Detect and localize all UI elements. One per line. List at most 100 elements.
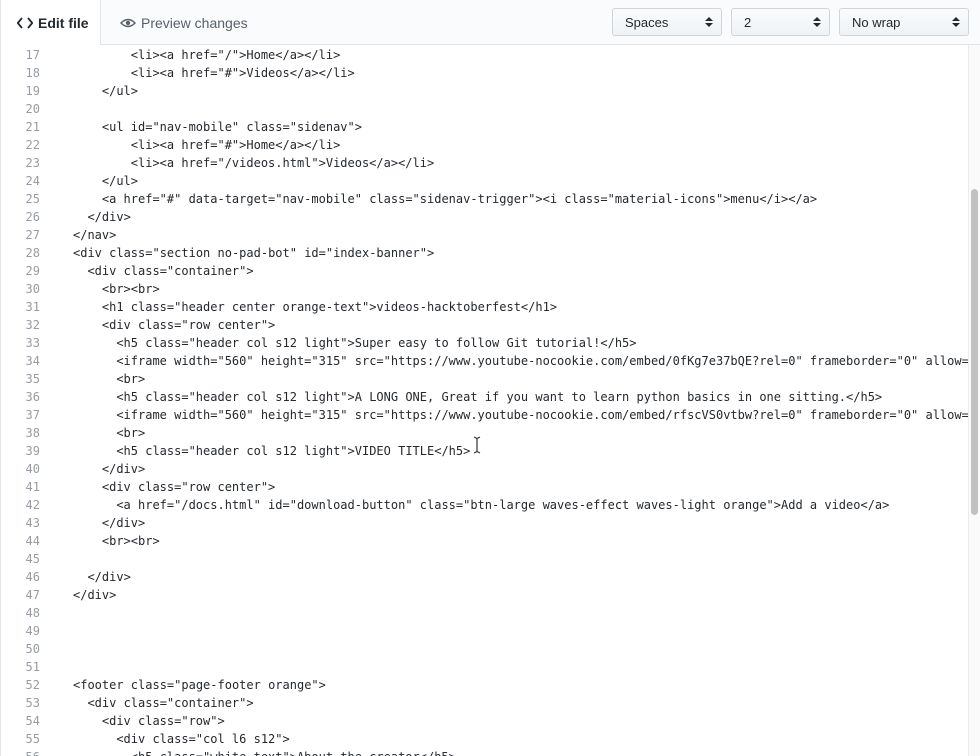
line-number: 40 — [25, 462, 40, 476]
code-line[interactable]: 27 </nav> — [1, 226, 968, 244]
line-code: <iframe width="560" height="315" src="ht… — [116, 408, 968, 422]
line-number: 21 — [25, 120, 40, 134]
editor-toolbar: Edit file Preview changes Spaces 2 No wr… — [0, 0, 980, 46]
line-code: <li><a href="#">Home</a></li> — [101, 138, 341, 152]
line-code: <h5 class="header col s12 light">Super e… — [94, 336, 637, 350]
code-line[interactable]: 38 <br> — [1, 424, 968, 442]
line-code: </div> — [87, 462, 146, 476]
code-line[interactable]: 39 <h5 class="header col s12 light">VIDE… — [1, 442, 968, 460]
code-line[interactable]: 22 <li><a href="#">Home</a></li> — [1, 136, 968, 154]
line-code: <div class="row center"> — [87, 480, 276, 494]
code-line[interactable]: 25 <a href="#" data-target="nav-mobile" … — [1, 190, 968, 208]
line-number: 18 — [25, 66, 40, 80]
line-number: 30 — [25, 282, 40, 296]
tab-edit-file-label: Edit file — [38, 15, 89, 31]
line-number: 46 — [25, 570, 40, 584]
line-number: 37 — [25, 408, 40, 422]
code-line[interactable]: 19 </ul> — [1, 82, 968, 100]
line-number: 17 — [25, 48, 40, 62]
code-line[interactable]: 53 <div class="container"> — [1, 694, 968, 712]
code-line[interactable]: 49 — [1, 622, 968, 640]
line-code: <div class="section no-pad-bot" id="inde… — [73, 246, 435, 260]
editor-scrollbar[interactable] — [968, 45, 980, 756]
line-number: 53 — [25, 696, 40, 710]
code-line[interactable]: 23 <li><a href="/videos.html">Videos</a>… — [1, 154, 968, 172]
code-line[interactable]: 30 <br><br> — [1, 280, 968, 298]
line-code: </ul> — [87, 174, 139, 188]
line-code: <li><a href="#">Videos</a></li> — [101, 66, 355, 80]
code-line[interactable]: 36 <h5 class="header col s12 light">A LO… — [1, 388, 968, 406]
code-line[interactable]: 18 <li><a href="#">Videos</a></li> — [1, 64, 968, 82]
indent-size-value: 2 — [744, 14, 752, 30]
line-number: 32 — [25, 318, 40, 332]
line-number: 23 — [25, 156, 40, 170]
tab-preview-changes[interactable]: Preview changes — [120, 0, 248, 45]
line-number: 35 — [25, 372, 40, 386]
tab-edit-file[interactable]: Edit file — [0, 0, 101, 46]
code-line[interactable]: 26 </div> — [1, 208, 968, 226]
line-number: 56 — [1, 748, 40, 756]
line-code: <br><br> — [87, 534, 160, 548]
indent-mode-select[interactable]: Spaces — [612, 8, 722, 36]
line-code: <iframe width="560" height="315" src="ht… — [116, 354, 968, 368]
line-code: </ul> — [87, 84, 139, 98]
code-line[interactable]: 48 — [1, 604, 968, 622]
code-line[interactable]: 32 <div class="row center"> — [1, 316, 968, 334]
code-line[interactable]: 56 <h5 class="white-text">About the crea… — [1, 748, 968, 756]
code-line[interactable]: 34 <iframe width="560" height="315" src=… — [1, 352, 968, 370]
line-code: <div class="container"> — [80, 696, 254, 710]
line-number: 19 — [25, 84, 40, 98]
code-line[interactable]: 35 <br> — [1, 370, 968, 388]
line-number: 51 — [25, 660, 40, 674]
line-number: 54 — [25, 714, 40, 728]
code-line[interactable]: 31 <h1 class="header center orange-text"… — [1, 298, 968, 316]
line-number: 34 — [25, 354, 40, 368]
line-number: 52 — [25, 678, 40, 692]
code-line[interactable]: 52 <footer class="page-footer orange"> — [1, 676, 968, 694]
line-number: 44 — [25, 534, 40, 548]
line-number: 38 — [25, 426, 40, 440]
code-line[interactable]: 37 <iframe width="560" height="315" src=… — [1, 406, 968, 424]
line-number: 47 — [25, 588, 40, 602]
code-line[interactable]: 24 </ul> — [1, 172, 968, 190]
code-line[interactable]: 43 </div> — [1, 514, 968, 532]
line-code: <h5 class="header col s12 light">VIDEO T… — [94, 444, 471, 458]
text-cursor-icon — [473, 436, 481, 454]
code-editor[interactable]: 17 <li><a href="/">Home</a></li> 18 <li><… — [0, 45, 968, 756]
line-number: 36 — [25, 390, 40, 404]
code-line[interactable]: 46 </div> — [1, 568, 968, 586]
code-line[interactable]: 54 <div class="row"> — [1, 712, 968, 730]
code-line[interactable]: 45 — [1, 550, 968, 568]
line-code: <br> — [94, 426, 146, 440]
line-code: <h5 class="white-text">About the creator… — [102, 748, 456, 756]
line-number: 42 — [25, 498, 40, 512]
indent-size-select[interactable]: 2 — [731, 8, 830, 36]
code-line[interactable]: 28 <div class="section no-pad-bot" id="in… — [1, 244, 968, 262]
code-line[interactable]: 51 — [1, 658, 968, 676]
code-line[interactable]: 20 — [1, 100, 968, 118]
line-number: 26 — [25, 210, 40, 224]
code-line[interactable]: 33 <h5 class="header col s12 light">Supe… — [1, 334, 968, 352]
line-code: <ul id="nav-mobile" class="sidenav"> — [87, 120, 362, 134]
code-line[interactable]: 40 </div> — [1, 460, 968, 478]
code-line[interactable]: 50 — [1, 640, 968, 658]
scrollbar-thumb[interactable] — [971, 189, 978, 515]
line-number: 20 — [25, 102, 40, 116]
code-line[interactable]: 47 </div> — [1, 586, 968, 604]
line-code: <br><br> — [87, 282, 160, 296]
code-line[interactable]: 44 <br><br> — [1, 532, 968, 550]
line-number: 24 — [25, 174, 40, 188]
line-code: </div> — [80, 570, 131, 584]
line-code: <div class="container"> — [80, 264, 254, 278]
select-arrows-icon — [705, 17, 713, 27]
code-line[interactable]: 21 <ul id="nav-mobile" class="sidenav"> — [1, 118, 968, 136]
code-line[interactable]: 41 <div class="row center"> — [1, 478, 968, 496]
code-line[interactable]: 29 <div class="container"> — [1, 262, 968, 280]
line-code: <div class="row"> — [87, 714, 225, 728]
code-line[interactable]: 17 <li><a href="/">Home</a></li> — [1, 46, 968, 64]
line-number: 45 — [25, 552, 40, 566]
code-line[interactable]: 42 <a href="/docs.html" id="download-but… — [1, 496, 968, 514]
line-wrap-select[interactable]: No wrap — [839, 8, 969, 36]
code-line[interactable]: 55 <div class="col l6 s12"> — [1, 730, 968, 748]
line-code: </nav> — [73, 228, 117, 242]
